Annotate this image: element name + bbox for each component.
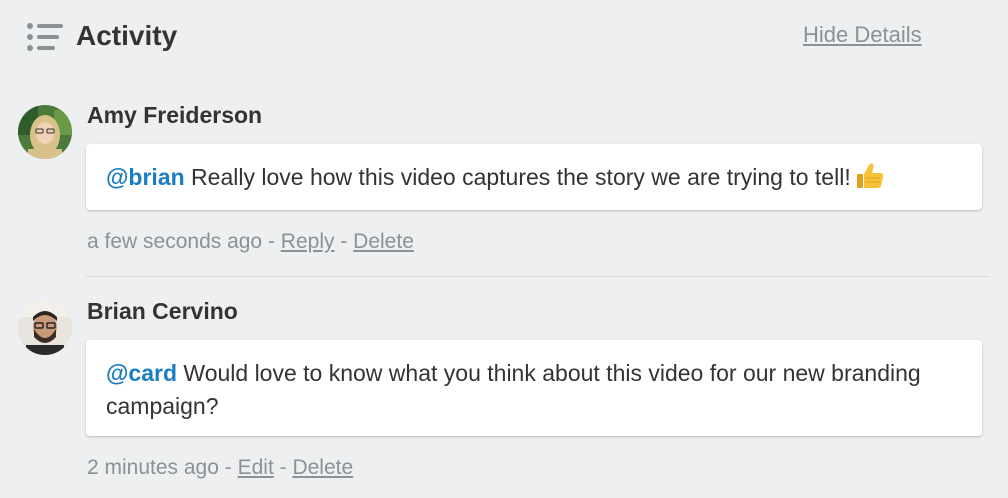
activity-title: Activity: [76, 20, 178, 51]
comment-bubble: @card Would love to know what you think …: [86, 340, 982, 436]
comment-meta: a few seconds ago - Reply - Delete: [87, 228, 414, 256]
delete-link[interactable]: Delete: [292, 456, 353, 479]
edit-link[interactable]: Edit: [238, 456, 274, 479]
meta-separator: -: [218, 456, 238, 479]
comment-timestamp: a few seconds ago: [87, 230, 263, 253]
comment-text: Really love how this video captures the …: [184, 164, 851, 190]
comment-author: Brian Cervino: [87, 298, 238, 324]
avatar-brian[interactable]: [18, 301, 72, 355]
activity-panel: Activity Hide Details Amy Freiderson @br…: [0, 0, 1008, 498]
delete-link[interactable]: Delete: [353, 230, 414, 253]
mention-link[interactable]: @brian: [106, 164, 185, 190]
thumbs-up-icon: [855, 161, 885, 191]
avatar-amy[interactable]: [18, 105, 72, 159]
mention-link[interactable]: @card: [106, 360, 177, 386]
reply-link[interactable]: Reply: [281, 230, 335, 253]
comment-divider: [86, 276, 990, 277]
comment-author: Amy Freiderson: [87, 102, 263, 128]
meta-separator: -: [262, 230, 281, 253]
comment-timestamp: 2 minutes ago: [87, 456, 219, 479]
meta-separator: -: [273, 456, 293, 479]
comment-meta: 2 minutes ago - Edit - Delete: [87, 454, 353, 482]
hide-details-link[interactable]: Hide Details: [803, 20, 922, 50]
activity-list-icon: [26, 22, 64, 52]
activity-header: Activity Hide Details: [26, 18, 1008, 58]
comment-bubble: @brian Really love how this video captur…: [86, 144, 982, 210]
comment-text: Would love to know what you think about …: [106, 360, 921, 419]
meta-separator: -: [334, 230, 354, 253]
